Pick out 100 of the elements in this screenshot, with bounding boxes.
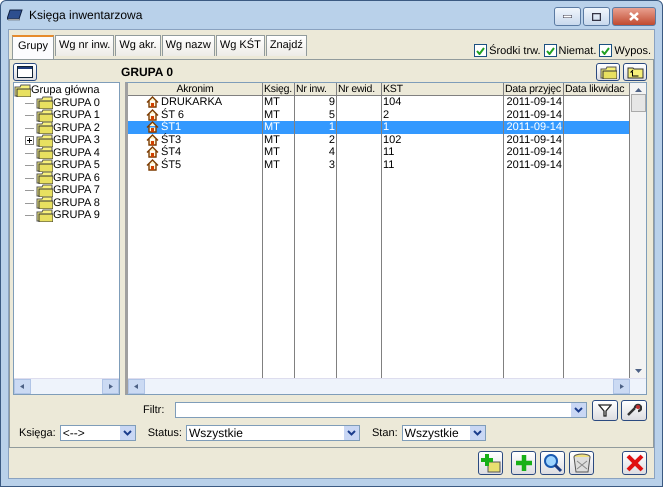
selector-field[interactable]: Wszystkie (186, 425, 360, 441)
filter-settings-button[interactable] (621, 400, 648, 420)
column-header[interactable]: KST (382, 83, 504, 96)
column-header[interactable]: Nr ewid. (337, 83, 382, 96)
wrench-icon (626, 403, 642, 417)
column-header[interactable]: Akronim (128, 83, 263, 96)
checkbox[interactable] (474, 44, 488, 57)
search-icon (542, 453, 562, 473)
tab[interactable]: Grupy (12, 35, 54, 59)
dropdown-button[interactable] (571, 403, 586, 417)
tree-item[interactable]: GRUPA 7 (53, 184, 100, 196)
table-cell: MT (263, 158, 295, 171)
dropdown-button[interactable] (120, 426, 135, 440)
table-cell: 1 (295, 121, 337, 134)
house-icon (146, 121, 159, 134)
folder-icon (36, 96, 53, 110)
column-header[interactable]: Nr inw. (295, 83, 337, 96)
tab[interactable]: Wg nazw (162, 35, 215, 56)
folder-up-icon (626, 66, 644, 78)
folder-icon (36, 171, 53, 184)
add-button[interactable] (511, 451, 536, 475)
checkbox[interactable] (544, 44, 557, 57)
parent-folder-button[interactable] (623, 63, 647, 81)
tab[interactable]: Znajdź (266, 35, 307, 56)
chevron-down-icon (346, 430, 356, 436)
tab[interactable]: Wg KŚT (216, 35, 265, 56)
minimize-button[interactable] (554, 7, 581, 26)
selector-label: Księga: (19, 427, 56, 439)
tab[interactable]: Wg akr. (115, 35, 161, 56)
filter-button[interactable] (592, 400, 618, 420)
tree-item[interactable]: GRUPA 0 (53, 96, 100, 109)
tree-item[interactable]: GRUPA 8 (53, 196, 100, 209)
wastebasket-icon (572, 453, 590, 473)
table-cell: MT (263, 146, 295, 158)
column-header[interactable]: Data likwidac (564, 83, 630, 96)
tab[interactable]: Wg nr inw. (54, 35, 114, 56)
vertical-scrollbar[interactable] (630, 83, 646, 378)
scrollbar-thumb[interactable] (630, 94, 646, 112)
chevron-down-icon (122, 430, 132, 436)
table-cell: 11 (382, 158, 504, 171)
folder-icon (36, 108, 53, 122)
scroll-left-icon[interactable] (19, 384, 26, 389)
book-icon (7, 9, 23, 21)
tree-item[interactable]: GRUPA 9 (53, 209, 100, 222)
selector-label: Status: (148, 427, 182, 439)
table-cell: 2011-09-14 (504, 96, 564, 108)
house-icon (146, 158, 159, 171)
close-button[interactable] (612, 7, 656, 26)
table-cell: 1 (382, 121, 504, 134)
table-cell-text: ŚT1 (161, 120, 182, 134)
table-cell: 104 (382, 96, 504, 108)
table-cell: 2011-09-14 (504, 146, 564, 158)
checkbox[interactable] (599, 44, 612, 57)
tree-item[interactable]: GRUPA 6 (53, 172, 100, 184)
scroll-down-icon[interactable] (634, 369, 642, 374)
scroll-left-icon[interactable] (133, 384, 140, 389)
expand-icon[interactable] (25, 136, 34, 145)
dropdown-button[interactable] (470, 426, 485, 440)
table-cell-text: ŚT 6 (161, 108, 184, 121)
search-button[interactable] (540, 451, 565, 475)
column-header[interactable]: Data przyjęc (504, 83, 564, 96)
checkbox-label: Środki trw. (489, 44, 541, 56)
folder-icon (36, 121, 53, 134)
horizontal-scrollbar[interactable] (128, 378, 646, 394)
selector-label: Stan: (372, 427, 398, 439)
table-cell: 2011-09-14 (504, 134, 564, 146)
selector-field[interactable]: <--> (60, 425, 136, 441)
funnel-icon (598, 404, 612, 416)
horizontal-scrollbar[interactable] (14, 378, 119, 394)
tree-item[interactable]: GRUPA 1 (53, 109, 100, 122)
window-title: Księga inwentarzowa (29, 8, 144, 22)
maximize-button[interactable] (583, 7, 610, 26)
add-group-button[interactable] (478, 451, 503, 475)
dropdown-button[interactable] (344, 426, 359, 440)
tree-item[interactable]: GRUPA 2 (53, 122, 100, 134)
maximize-icon (592, 12, 601, 20)
column-header[interactable]: Księg. (263, 83, 295, 96)
house-icon (146, 96, 159, 108)
window-button[interactable] (13, 63, 37, 81)
table-cell: MT (263, 121, 295, 134)
close-window-button[interactable] (622, 451, 647, 475)
close-icon (629, 12, 639, 21)
folder-icon (36, 196, 53, 210)
tree-item[interactable]: GRUPA 5 (53, 159, 100, 172)
table-cell: 2011-09-14 (504, 158, 564, 171)
selector-field[interactable]: Wszystkie (402, 425, 486, 441)
table-cell: 4 (295, 146, 337, 158)
tree-item[interactable]: GRUPA 3 (53, 134, 100, 146)
table-cell: 3 (295, 158, 337, 171)
scroll-up-icon[interactable] (634, 87, 642, 92)
folder-icon (14, 84, 31, 97)
tree-item[interactable]: GRUPA 4 (53, 146, 100, 159)
delete-button[interactable] (569, 451, 594, 475)
filter-field[interactable] (174, 402, 588, 418)
tree-item[interactable]: Grupa główna (31, 84, 100, 96)
plus-icon (514, 454, 532, 472)
scroll-right-icon[interactable] (618, 384, 625, 389)
scroll-right-icon[interactable] (107, 384, 114, 389)
folder-button[interactable] (596, 63, 620, 81)
table-cell: 2 (295, 134, 337, 146)
